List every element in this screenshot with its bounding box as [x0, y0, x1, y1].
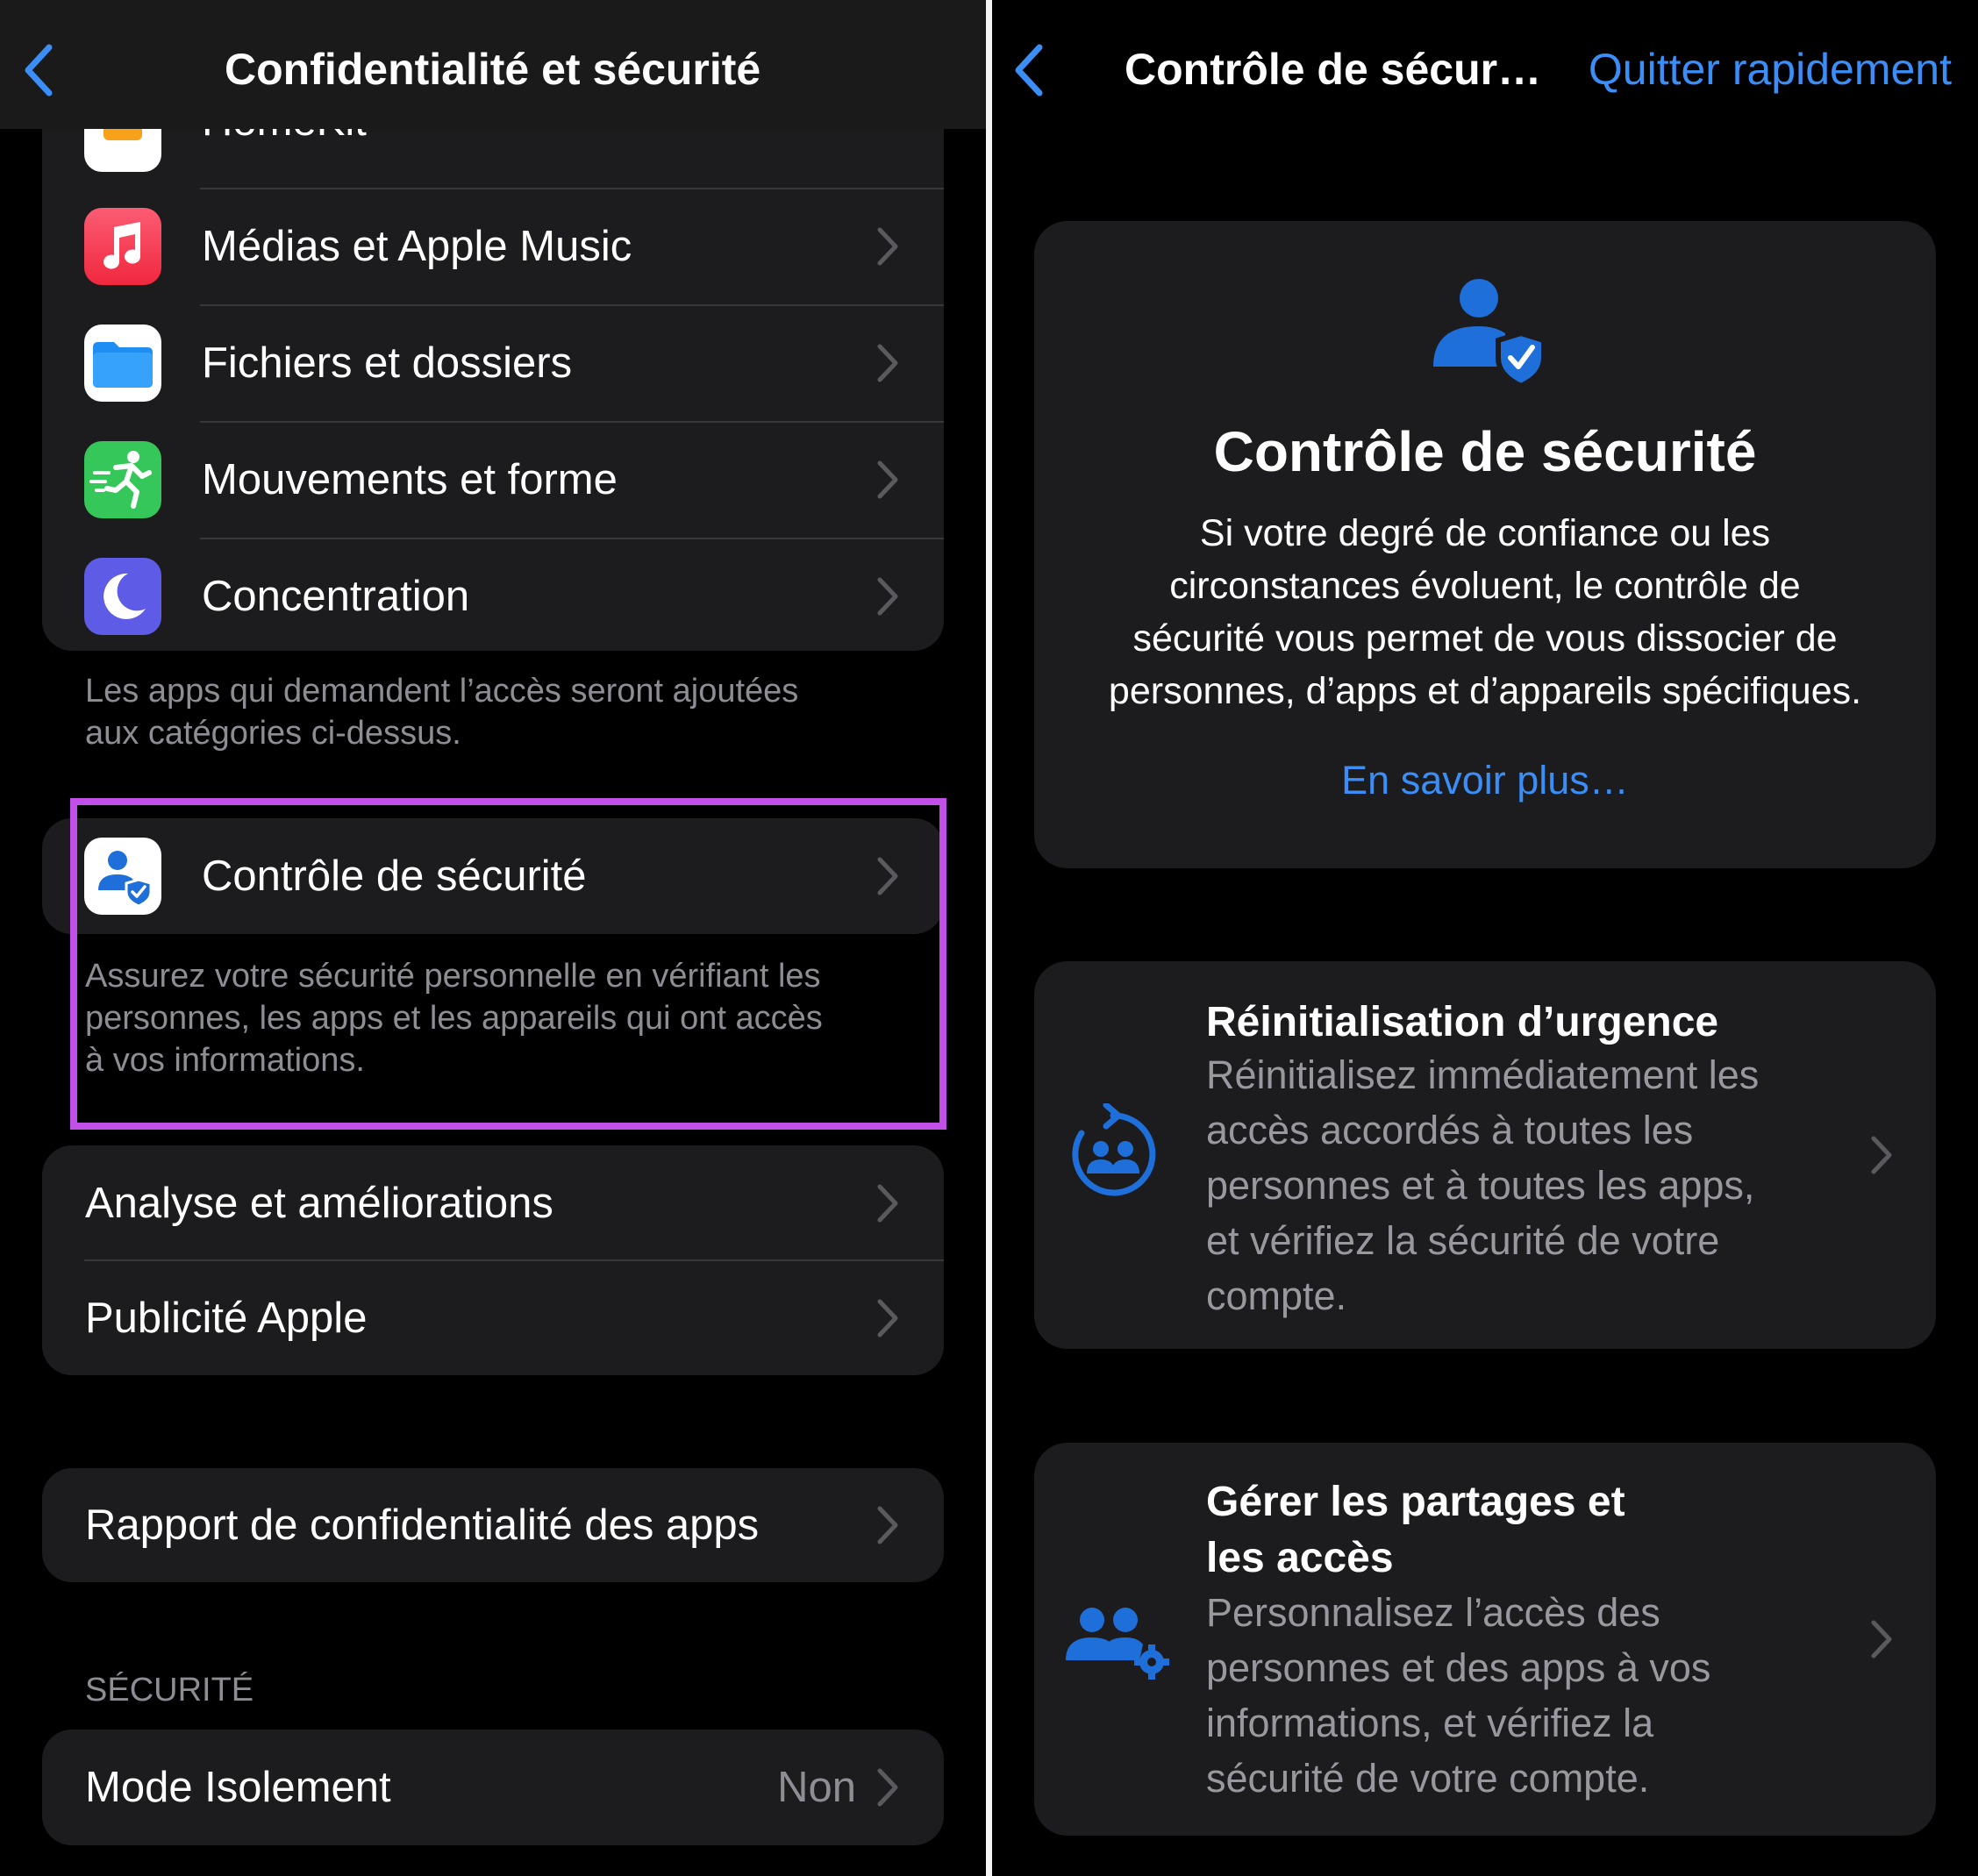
row-label: Médias et Apple Music [202, 223, 632, 270]
row-label: Rapport de confidentialité des apps [85, 1502, 760, 1549]
quick-exit-button[interactable]: Quitter rapidement [1589, 44, 1952, 95]
analytics-group: Analyse et améliorations Publicité Apple [42, 1145, 944, 1375]
page-title: Confidentialité et sécurité [225, 45, 761, 94]
running-figure-icon [84, 441, 161, 518]
chevron-right-icon [1871, 1620, 1892, 1658]
chevron-right-icon [877, 1299, 898, 1337]
row-analytics[interactable]: Analyse et améliorations [42, 1145, 944, 1261]
page-title: Contrôle de sécur… [1125, 45, 1542, 94]
chevron-right-icon [877, 1184, 898, 1223]
reset-people-icon [1072, 1103, 1156, 1196]
moon-icon [84, 558, 161, 635]
chevron-right-icon [877, 577, 898, 616]
row-files-folders[interactable]: Fichiers et dossiers [42, 305, 944, 421]
nav-bar: Confidentialité et sécurité [0, 0, 986, 129]
row-apple-advertising[interactable]: Publicité Apple [42, 1260, 944, 1375]
security-section-header: SÉCURITÉ [85, 1672, 254, 1708]
person-shield-icon [1433, 279, 1546, 384]
hero-title: Contrôle de sécurité [1213, 420, 1757, 483]
right-pane: Contrôle de sécur… Quitter rapidement Co… [992, 0, 1978, 1876]
people-settings-icon [1066, 1608, 1169, 1680]
chevron-right-icon [877, 460, 898, 499]
privacy-report-group: Rapport de confidentialité des apps [42, 1468, 944, 1582]
row-focus[interactable]: Concentration [42, 539, 944, 651]
hero-description: Si votre degré de confiance ou les circo… [1108, 512, 1862, 712]
manage-sharing-description: Personnalisez l’accès des personnes et d… [1206, 1590, 1711, 1801]
row-label: Fichiers et dossiers [202, 339, 573, 387]
row-label: Mouvements et forme [202, 456, 618, 503]
chevron-right-icon [877, 344, 898, 382]
back-chevron-icon[interactable] [23, 44, 54, 96]
chevron-right-icon [1871, 1136, 1892, 1174]
safety-check-hero-card: Contrôle de sécurité Si votre degré de c… [1034, 221, 1936, 868]
left-pane: HomeKit Médias et Apple Music Fichiers e… [0, 0, 986, 1876]
chevron-right-icon [877, 227, 898, 266]
emergency-reset-description: Réinitialisez immédiatement les accès ac… [1206, 1052, 1760, 1318]
back-chevron-icon[interactable] [1013, 44, 1045, 96]
security-group: Mode Isolement Non [42, 1730, 944, 1845]
chevron-right-icon [877, 1768, 898, 1807]
chevron-right-icon [877, 1506, 898, 1544]
permissions-group: HomeKit Médias et Apple Music Fichiers e… [42, 72, 944, 651]
learn-more-link[interactable]: En savoir plus… [1034, 758, 1936, 803]
row-app-privacy-report[interactable]: Rapport de confidentialité des apps [42, 1468, 944, 1582]
row-label: Publicité Apple [85, 1295, 368, 1342]
row-motion-fitness[interactable]: Mouvements et forme [42, 422, 944, 538]
lockdown-mode-value: Non [777, 1764, 856, 1811]
emergency-reset-card[interactable]: Réinitialisation d’urgence Réinitialisez… [1034, 961, 1936, 1349]
music-note-icon [84, 208, 161, 285]
row-media-apple-music[interactable]: Médias et Apple Music [42, 189, 944, 304]
emergency-reset-title: Réinitialisation d’urgence [1206, 999, 1719, 1045]
row-label: Concentration [202, 573, 470, 620]
manage-sharing-title: Gérer les partages et les accès [1206, 1479, 1625, 1581]
pane-divider [986, 0, 992, 1876]
folder-icon [84, 325, 161, 402]
row-label: Analyse et améliorations [85, 1180, 553, 1227]
row-lockdown-mode[interactable]: Mode Isolement Non [42, 1730, 944, 1845]
permissions-footer: Les apps qui demandent l’accès seront aj… [85, 673, 799, 752]
highlight-box [70, 798, 946, 1130]
manage-sharing-card[interactable]: Gérer les partages et les accès Personna… [1034, 1443, 1936, 1836]
row-label: Mode Isolement [85, 1764, 391, 1811]
